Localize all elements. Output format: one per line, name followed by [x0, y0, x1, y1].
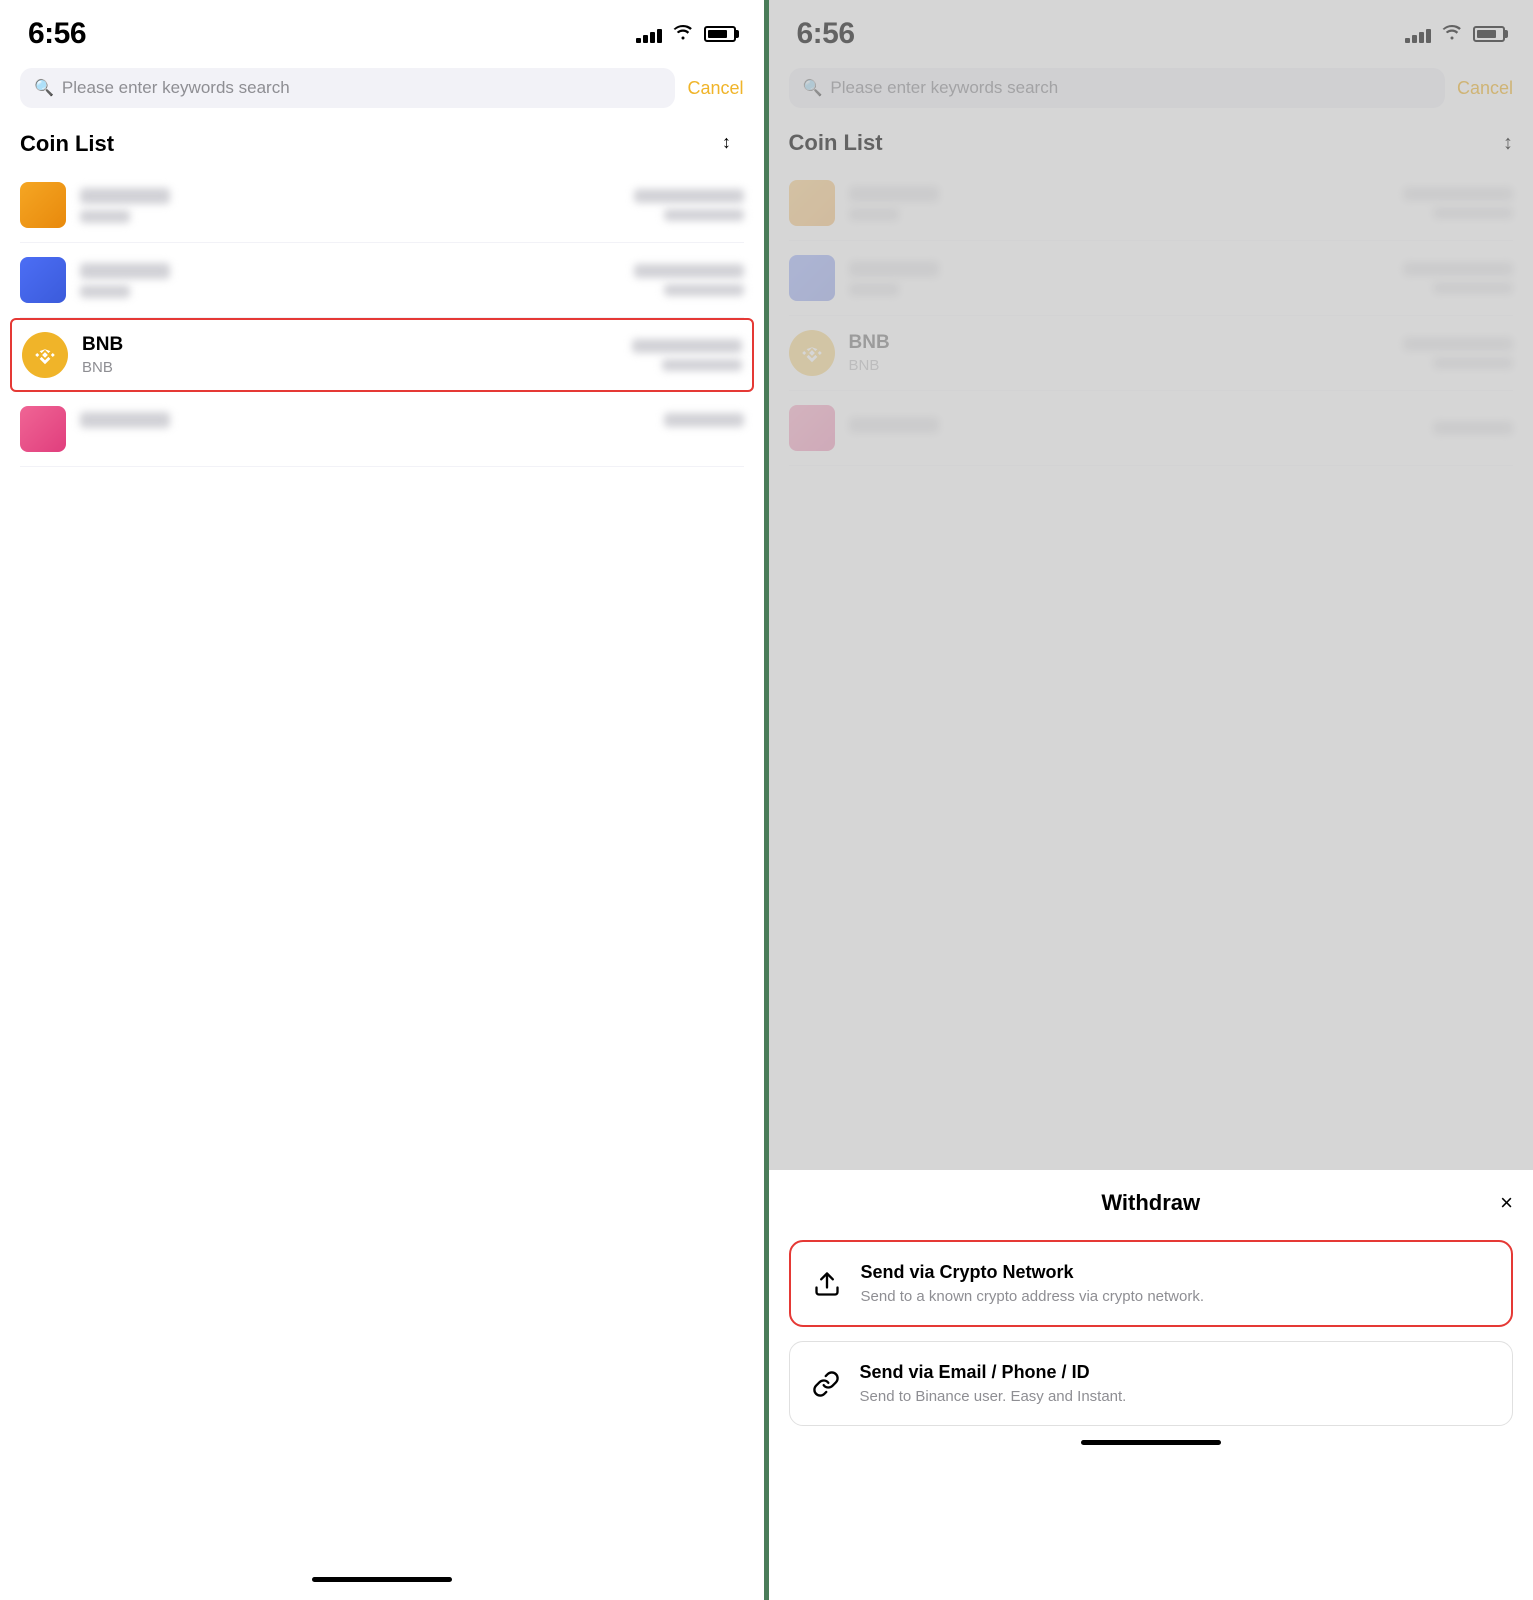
modal-header: Withdraw ×: [789, 1190, 1514, 1216]
coin-name-blur: [80, 188, 170, 204]
coin-info-bnb: BNB BNB: [82, 334, 632, 376]
email-phone-option[interactable]: Send via Email / Phone / ID Send to Bina…: [789, 1341, 1514, 1426]
coin-value-bnb: [632, 339, 742, 371]
svg-text:↕: ↕: [722, 132, 731, 152]
coin-value: [634, 189, 744, 221]
list-item[interactable]: [20, 168, 744, 243]
search-icon-left: 🔍: [34, 78, 54, 98]
coin-value: [634, 264, 744, 296]
coin-name-blur: [80, 412, 170, 428]
crypto-option-title: Send via Crypto Network: [861, 1262, 1205, 1283]
status-icons-left: [636, 24, 736, 45]
coin-info: [80, 412, 664, 447]
coin-name-bnb: BNB: [82, 334, 632, 356]
coin-avatar: [20, 406, 66, 452]
coin-price-blur: [634, 189, 744, 203]
coin-value: [664, 413, 744, 445]
search-input-left[interactable]: 🔍 Please enter keywords search: [20, 68, 675, 108]
withdraw-modal: Withdraw × Send via Crypto Network Send …: [769, 1170, 1533, 1600]
cancel-button-left[interactable]: Cancel: [687, 78, 743, 99]
coin-change-blur: [664, 209, 744, 221]
coin-avatar: [20, 257, 66, 303]
sort-icon-left[interactable]: ↕: [722, 130, 744, 158]
coin-sym-blur: [80, 285, 130, 298]
coin-avatar: [20, 182, 66, 228]
left-panel: 6:56 🔍 Please enter keywords search Canc…: [0, 0, 764, 1600]
coin-list-left: BNB BNB: [0, 168, 764, 873]
signal-icon: [636, 25, 662, 43]
wifi-icon: [672, 24, 694, 45]
crypto-option-desc: Send to a known crypto address via crypt…: [861, 1288, 1205, 1305]
home-indicator-left: [312, 1577, 452, 1582]
status-bar-left: 6:56: [0, 0, 764, 60]
bnb-icon: [22, 332, 68, 378]
email-option-desc: Send to Binance user. Easy and Instant.: [860, 1388, 1127, 1405]
upload-icon: [809, 1266, 845, 1302]
coin-sym-blur: [80, 210, 130, 223]
coin-list-header-left: Coin List ↕: [0, 116, 764, 168]
right-panel: 6:56 🔍 Please enter keywords search Canc…: [769, 0, 1533, 1600]
crypto-network-option[interactable]: Send via Crypto Network Send to a known …: [789, 1240, 1514, 1327]
list-item[interactable]: [20, 243, 744, 318]
coin-price-blur: [634, 264, 744, 278]
email-option-title: Send via Email / Phone / ID: [860, 1362, 1127, 1383]
list-item-bnb[interactable]: BNB BNB: [10, 318, 754, 392]
battery-icon: [704, 26, 736, 42]
search-placeholder-left: Please enter keywords search: [62, 78, 290, 98]
link-icon: [808, 1366, 844, 1402]
coin-change-blur: [662, 359, 742, 371]
close-button[interactable]: ×: [1500, 1190, 1513, 1216]
list-item[interactable]: [20, 392, 744, 467]
coin-price-blur: [632, 339, 742, 353]
coin-info: [80, 263, 634, 298]
modal-title: Withdraw: [1101, 1190, 1200, 1216]
coin-price-blur: [664, 413, 744, 427]
overlay-dim: [769, 0, 1533, 1170]
search-bar-left[interactable]: 🔍 Please enter keywords search Cancel: [0, 60, 764, 116]
coin-name-blur: [80, 263, 170, 279]
home-indicator-right: [1081, 1440, 1221, 1445]
coin-change-blur: [664, 284, 744, 296]
time-left: 6:56: [28, 17, 86, 51]
coin-list-title-left: Coin List: [20, 131, 114, 157]
coin-info: [80, 188, 634, 223]
coin-symbol-bnb: BNB: [82, 359, 632, 376]
crypto-option-text: Send via Crypto Network Send to a known …: [861, 1262, 1205, 1305]
email-option-text: Send via Email / Phone / ID Send to Bina…: [860, 1362, 1127, 1405]
